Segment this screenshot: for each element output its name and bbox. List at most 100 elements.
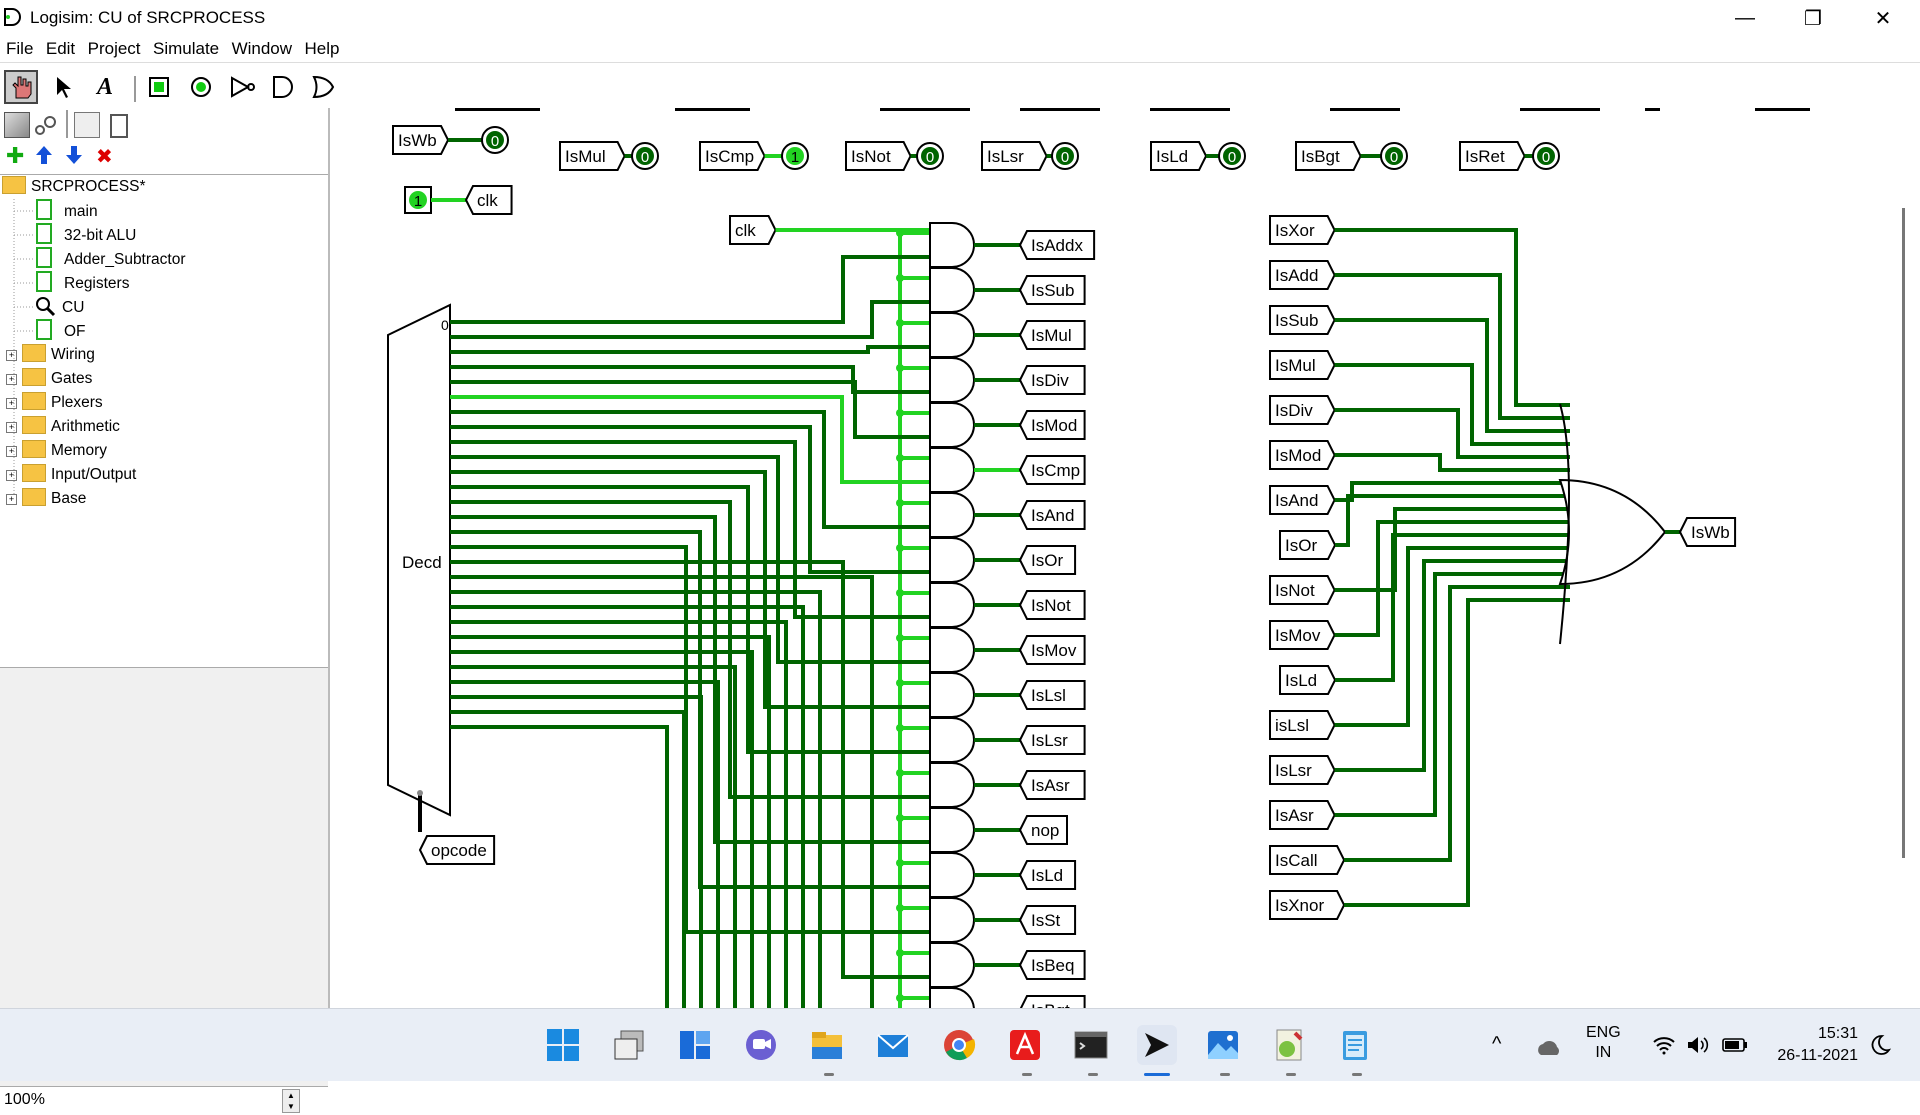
expand-icon[interactable]: +: [6, 446, 17, 457]
menu-file[interactable]: File: [6, 36, 33, 59]
select-arrow-icon[interactable]: [46, 70, 80, 104]
and-gate[interactable]: [929, 447, 975, 493]
or-gate-icon[interactable]: [306, 70, 340, 104]
tree-lib-plexers[interactable]: + Plexers: [6, 391, 103, 415]
output-pin-icon[interactable]: [184, 70, 218, 104]
teams-chat-icon[interactable]: [741, 1025, 781, 1065]
and-gate[interactable]: [929, 807, 975, 853]
and-gate[interactable]: [929, 762, 975, 808]
speaker-icon[interactable]: [1686, 1035, 1710, 1060]
active-indicator: [1144, 1073, 1170, 1076]
circuit-canvas[interactable]: IsWb 0 IsMul 0 IsCmp 1 IsNot 0 IsLsr 0 IsLd 0 IsBgt 0…: [330, 108, 1920, 1008]
clipped-component: [1330, 108, 1400, 111]
maximize-button[interactable]: ❐: [1778, 0, 1848, 36]
chrome-icon[interactable]: [939, 1025, 979, 1065]
windows-start-icon[interactable]: [543, 1025, 583, 1065]
battery-icon[interactable]: [1722, 1037, 1748, 1058]
menu-window[interactable]: Window: [232, 36, 292, 59]
notepad-icon[interactable]: [1335, 1025, 1375, 1065]
tree-lib-wiring[interactable]: + Wiring: [6, 343, 95, 367]
focus-assist-moon-icon[interactable]: [1868, 1033, 1892, 1062]
wifi-icon[interactable]: [1652, 1035, 1676, 1060]
tree-circuit-of[interactable]: OF: [36, 319, 86, 343]
tree-lib-base[interactable]: + Base: [6, 487, 86, 511]
expand-icon[interactable]: +: [6, 494, 17, 505]
terminal-icon[interactable]: [1071, 1025, 1111, 1065]
tree-circuit-registers[interactable]: Registers: [36, 271, 129, 295]
and-gate[interactable]: [929, 492, 975, 538]
tunnel-ismul-label: IsMul: [565, 147, 606, 166]
and-gate[interactable]: [929, 672, 975, 718]
menu-simulate[interactable]: Simulate: [153, 36, 219, 59]
and-gate[interactable]: [929, 267, 975, 313]
task-view-icon[interactable]: [609, 1025, 649, 1065]
and-gate[interactable]: [929, 987, 975, 1008]
onedrive-cloud-icon[interactable]: [1534, 1039, 1564, 1062]
add-circuit-icon[interactable]: ✚: [6, 145, 24, 167]
menu-help[interactable]: Help: [305, 36, 340, 59]
file-explorer-icon[interactable]: [807, 1025, 847, 1065]
expand-icon[interactable]: +: [6, 398, 17, 409]
expand-icon[interactable]: +: [6, 470, 17, 481]
and-gate[interactable]: [929, 357, 975, 403]
circuit-diagram[interactable]: IsWb 0 IsMul 0 IsCmp 1 IsNot 0 IsLsr 0 IsLd 0 IsBgt 0…: [330, 108, 1920, 1008]
close-button[interactable]: ✕: [1848, 0, 1918, 36]
and-gate[interactable]: [929, 312, 975, 358]
or-gate[interactable]: [1558, 478, 1667, 586]
edit-appearance-icon[interactable]: [110, 114, 128, 138]
tree-circuit-cu[interactable]: CU: [34, 295, 84, 319]
tree-lib-gates[interactable]: + Gates: [6, 367, 92, 391]
and-gate[interactable]: [929, 537, 975, 583]
expand-icon[interactable]: +: [6, 350, 17, 361]
output-tunnel-isst-label: IsSt: [1031, 911, 1061, 930]
and-gate[interactable]: [929, 582, 975, 628]
and-gate[interactable]: [929, 942, 975, 988]
chevron-up-icon[interactable]: ^: [1492, 1033, 1501, 1056]
tree-circuit-main[interactable]: main: [36, 199, 98, 223]
and-gate[interactable]: [929, 897, 975, 943]
hand-poke-icon[interactable]: [4, 70, 38, 104]
vertical-scrollbar[interactable]: [1902, 208, 1905, 858]
circuit-label: Adder_Subtractor: [64, 251, 186, 268]
minimize-button[interactable]: —: [1710, 0, 1780, 36]
tree-lib-memory[interactable]: + Memory: [6, 439, 107, 463]
not-gate-icon[interactable]: [226, 70, 260, 104]
expand-icon[interactable]: +: [6, 374, 17, 385]
decoder-out-wire: [450, 410, 930, 529]
decoder-out-wire: [450, 545, 930, 934]
menu-project[interactable]: Project: [88, 36, 141, 59]
move-down-icon[interactable]: [64, 144, 84, 171]
mail-icon[interactable]: [873, 1025, 913, 1065]
widgets-icon[interactable]: [675, 1025, 715, 1065]
photos-icon[interactable]: [1203, 1025, 1243, 1065]
zoom-spinner[interactable]: ▲ ▼: [282, 1089, 300, 1113]
and-gate[interactable]: [929, 402, 975, 448]
tree-circuit-adder-subtractor[interactable]: Adder_Subtractor: [36, 247, 186, 271]
text-tool-icon[interactable]: A: [88, 70, 122, 104]
expand-icon[interactable]: +: [6, 422, 17, 433]
simulation-view-icon[interactable]: [34, 114, 58, 136]
or-input-wire: [1334, 572, 1570, 817]
acrobat-icon[interactable]: [1005, 1025, 1045, 1065]
or-input-wire: [1334, 273, 1570, 420]
input-pin-icon[interactable]: [142, 70, 176, 104]
tree-lib-input-output[interactable]: + Input/Output: [6, 463, 136, 487]
logisim-icon[interactable]: [1137, 1025, 1177, 1065]
and-gate[interactable]: [929, 222, 975, 268]
toolbox-view-icon[interactable]: [4, 112, 30, 138]
and-gate-icon[interactable]: [266, 70, 300, 104]
tree-project-root[interactable]: SRCPROCESS*: [2, 175, 146, 199]
menu-edit[interactable]: Edit: [46, 36, 75, 59]
notepad-plus-icon[interactable]: [1269, 1025, 1309, 1065]
or-input-tunnel-islsl-label: isLsl: [1275, 716, 1309, 735]
delete-circuit-icon[interactable]: ✖: [96, 144, 113, 169]
and-gate[interactable]: [929, 852, 975, 898]
tree-lib-arithmetic[interactable]: + Arithmetic: [6, 415, 120, 439]
edit-layout-icon[interactable]: [74, 112, 100, 138]
language-indicator[interactable]: ENG IN: [1586, 1023, 1621, 1063]
move-up-icon[interactable]: [34, 144, 54, 171]
and-gate[interactable]: [929, 627, 975, 673]
tree-circuit-32bit-alu[interactable]: 32-bit ALU: [36, 223, 136, 247]
clock[interactable]: 15:31 26-11-2021: [1772, 1023, 1858, 1067]
and-gate[interactable]: [929, 717, 975, 763]
